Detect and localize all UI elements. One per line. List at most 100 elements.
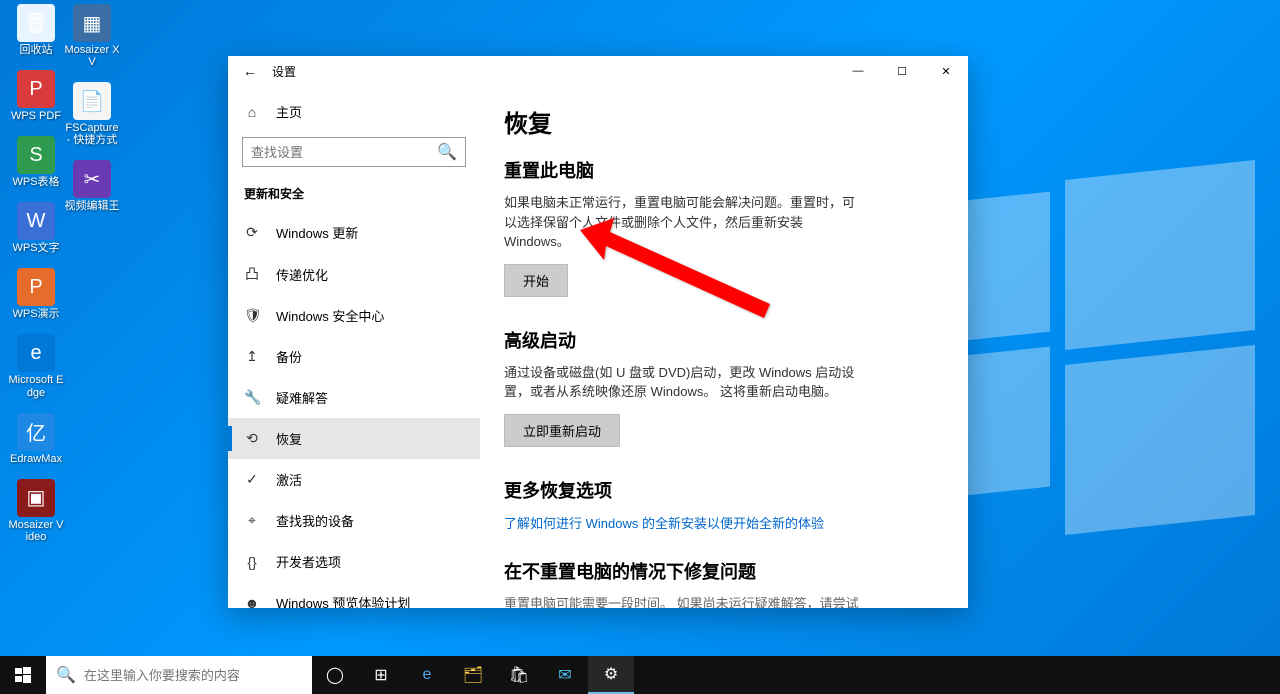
recycle-bin-icon: 🗑: [17, 4, 55, 42]
maximize-button[interactable]: ☐: [880, 56, 924, 86]
wps-writer-icon: W: [17, 202, 55, 240]
taskbar-search-input[interactable]: [84, 668, 302, 683]
sidebar-item-label: 恢复: [276, 429, 302, 448]
desktop-icon-label: WPS PDF: [8, 110, 64, 122]
wps-present-icon: P: [17, 268, 55, 306]
advanced-start-desc: 通过设备或磁盘(如 U 盘或 DVD)启动，更改 Windows 启动设置，或者…: [504, 363, 864, 402]
desktop-icon-wps-sheet[interactable]: S WPS表格: [8, 136, 64, 188]
desktop-icon-label: WPS演示: [8, 308, 64, 320]
delivery-opt-icon: 凸: [244, 264, 260, 284]
sidebar-item-label: 查找我的设备: [276, 511, 354, 530]
sidebar-item-label: Windows 更新: [276, 223, 358, 242]
fix-without-reset-heading: 在不重置电脑的情况下修复问题: [504, 558, 944, 584]
desktop-icon-label: 回收站: [8, 44, 64, 56]
sidebar-item-label: Windows 安全中心: [276, 306, 384, 325]
desktop-icon-label: EdrawMax: [8, 453, 64, 465]
find-device-icon: ⌖: [244, 512, 260, 529]
desktop-icon-label: Mosaizer XV: [64, 44, 120, 68]
taskbar-search[interactable]: 🔍: [46, 656, 312, 694]
cortana-icon[interactable]: ◯: [312, 656, 358, 694]
back-button[interactable]: ←: [228, 63, 272, 79]
advanced-start-heading: 高级启动: [504, 327, 944, 353]
windows-update-icon: ⟳: [244, 224, 260, 241]
mosaizer-xv-icon: ▦: [73, 4, 111, 42]
desktop-icon-label: Microsoft Edge: [8, 374, 64, 398]
backup-icon: ↥: [244, 348, 260, 365]
main-panel: 恢复 重置此电脑 如果电脑未正常运行，重置电脑可能会解决问题。重置时，可以选择保…: [480, 86, 968, 608]
wps-pdf-icon: P: [17, 70, 55, 108]
sidebar-item-insider[interactable]: ☻ Windows 预览体验计划: [228, 582, 480, 608]
sidebar-item-security[interactable]: 🛡 Windows 安全中心: [228, 295, 480, 336]
sidebar-item-delivery-opt[interactable]: 凸传递优化: [228, 253, 480, 295]
security-icon: 🛡: [244, 307, 260, 324]
desktop-icon-wps-pdf[interactable]: P WPS PDF: [8, 70, 64, 122]
video-editor-icon: ✂: [73, 160, 111, 198]
sidebar-item-troubleshoot[interactable]: 🔧 疑难解答: [228, 377, 480, 418]
desktop-icon-wps-writer[interactable]: W WPS文字: [8, 202, 64, 254]
taskbar: 🔍 ◯ ⊞ e 🗂 🛍 ✉ ⚙: [0, 656, 1280, 694]
reset-pc-desc: 如果电脑未正常运行，重置电脑可能会解决问题。重置时，可以选择保留个人文件或删除个…: [504, 193, 864, 252]
desktop-icon-mosaizer-video[interactable]: ▣Mosaizer Video: [8, 479, 64, 543]
sidebar-home-label: 主页: [276, 102, 302, 121]
fresh-install-link[interactable]: 了解如何进行 Windows 的全新安装以便开始全新的体验: [504, 513, 824, 532]
fscapture-icon: 📄: [73, 82, 111, 120]
page-title: 恢复: [504, 104, 944, 139]
edrawmax-icon: 亿: [17, 413, 55, 451]
desktop-icon-recycle-bin[interactable]: 🗑 回收站: [8, 4, 64, 56]
sidebar-item-label: 开发者选项: [276, 552, 341, 571]
taskbar-mail-icon[interactable]: ✉: [542, 656, 588, 694]
activation-icon: ✓: [244, 471, 260, 488]
desktop-icons-column-2: ▦Mosaizer XV 📄FSCapture - 快捷方式 ✂ 视频编辑王: [64, 4, 120, 212]
sidebar-item-windows-update[interactable]: ⟳ Windows 更新: [228, 212, 480, 253]
more-options-heading: 更多恢复选项: [504, 477, 944, 503]
sidebar-item-label: 疑难解答: [276, 388, 328, 407]
search-icon: 🔍: [437, 142, 457, 162]
sidebar-item-backup[interactable]: ↥ 备份: [228, 336, 480, 377]
search-input[interactable]: [251, 145, 437, 160]
desktop-icon-mosaizer-xv[interactable]: ▦Mosaizer XV: [64, 4, 120, 68]
close-button[interactable]: ✕: [924, 56, 968, 86]
sidebar-home[interactable]: ⌂ 主页: [228, 92, 480, 131]
sidebar-search[interactable]: 🔍: [242, 137, 466, 167]
minimize-button[interactable]: —: [836, 56, 880, 86]
sidebar-item-developer[interactable]: {} 开发者选项: [228, 541, 480, 582]
taskbar-store-icon[interactable]: 🛍: [496, 656, 542, 694]
developer-icon: {}: [244, 554, 260, 570]
desktop-icon-wps-present[interactable]: P WPS演示: [8, 268, 64, 320]
reset-pc-heading: 重置此电脑: [504, 157, 944, 183]
edge-icon: e: [17, 334, 55, 372]
window-title: 设置: [272, 63, 296, 80]
task-view-icon[interactable]: ⊞: [358, 656, 404, 694]
desktop-icon-label: WPS表格: [8, 176, 64, 188]
sidebar-item-find-device[interactable]: ⌖ 查找我的设备: [228, 500, 480, 541]
sidebar-item-label: Windows 预览体验计划: [276, 593, 410, 608]
sidebar-item-label: 传递优化: [276, 265, 328, 284]
start-button[interactable]: [0, 656, 46, 694]
fix-without-reset-desc: 重置电脑可能需要一段时间。 如果尚未运行疑难解答，请尝试在重置前运行疑难解答来解…: [504, 594, 864, 609]
troubleshoot-icon: 🔧: [244, 389, 260, 406]
reset-pc-start-button[interactable]: 开始: [504, 264, 568, 297]
sidebar-item-recovery[interactable]: ⟲ 恢复: [228, 418, 480, 459]
titlebar: ← 设置 — ☐ ✕: [228, 56, 968, 86]
sidebar-category: 更新和安全: [228, 179, 480, 212]
wps-sheet-icon: S: [17, 136, 55, 174]
desktop-icon-edge[interactable]: eMicrosoft Edge: [8, 334, 64, 398]
desktop-icon-label: Mosaizer Video: [8, 519, 64, 543]
sidebar-item-activation[interactable]: ✓激活: [228, 459, 480, 500]
settings-sidebar: ⌂ 主页 🔍 更新和安全 ⟳ Windows 更新凸传递优化 🛡 Windows 安全…: [228, 86, 480, 608]
taskbar-edge-icon[interactable]: e: [404, 656, 450, 694]
desktop-icon-label: WPS文字: [8, 242, 64, 254]
recovery-icon: ⟲: [244, 430, 260, 447]
taskbar-explorer-icon[interactable]: 🗂: [450, 656, 496, 694]
taskbar-settings-icon[interactable]: ⚙: [588, 656, 634, 694]
settings-window: ← 设置 — ☐ ✕ ⌂ 主页 🔍 更新和安全 ⟳ Windows 更新凸传递优化…: [228, 56, 968, 608]
home-icon: ⌂: [244, 104, 260, 120]
mosaizer-video-icon: ▣: [17, 479, 55, 517]
desktop-icon-fscapture[interactable]: 📄FSCapture - 快捷方式: [64, 82, 120, 146]
restart-now-button[interactable]: 立即重新启动: [504, 414, 620, 447]
desktop-icon-edrawmax[interactable]: 亿 EdrawMax: [8, 413, 64, 465]
desktop-icon-label: 视频编辑王: [64, 200, 120, 212]
sidebar-item-label: 备份: [276, 347, 302, 366]
desktop-icon-video-editor[interactable]: ✂ 视频编辑王: [64, 160, 120, 212]
insider-icon: ☻: [244, 595, 260, 609]
